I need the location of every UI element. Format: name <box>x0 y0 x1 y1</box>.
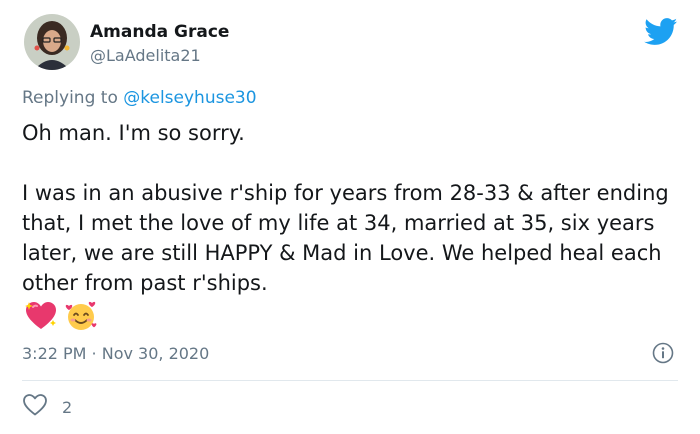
emoji-row <box>24 300 98 332</box>
like-count: 2 <box>62 397 73 417</box>
reply-mention-link[interactable]: @kelseyhuse30 <box>123 88 256 108</box>
tweet-paragraph-2: I was in an abusive r'ship for years fro… <box>22 181 669 295</box>
like-button[interactable]: 2 <box>22 394 72 420</box>
twitter-bird-icon[interactable] <box>644 18 678 46</box>
tweet-card: Amanda Grace @LaAdelita21 Replying to @k… <box>0 0 700 434</box>
reply-prefix: Replying to <box>22 88 118 108</box>
tweet-paragraph-1: Oh man. I'm so sorry. <box>22 121 245 145</box>
reply-context: Replying to @kelseyhuse30 <box>22 88 257 108</box>
sparkling-heart-icon <box>24 300 58 332</box>
tweet-timestamp[interactable]: 3:22 PM · Nov 30, 2020 <box>22 344 209 363</box>
author-handle[interactable]: @LaAdelita21 <box>90 46 201 65</box>
avatar[interactable] <box>24 14 80 70</box>
author-name[interactable]: Amanda Grace <box>90 22 229 42</box>
divider <box>22 380 678 381</box>
tweet-text: Oh man. I'm so sorry. I was in an abusiv… <box>22 118 682 298</box>
info-icon[interactable] <box>652 342 674 364</box>
smiling-face-with-hearts-icon <box>64 300 98 332</box>
heart-outline-icon[interactable] <box>22 393 48 421</box>
